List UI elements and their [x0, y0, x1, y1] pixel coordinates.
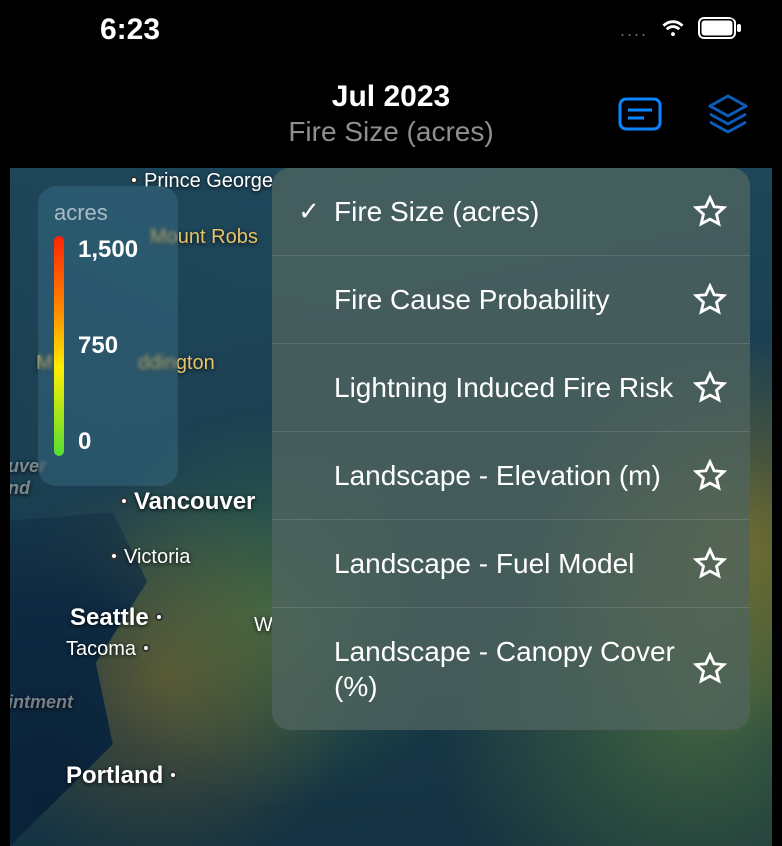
legend-mid: 750 — [78, 332, 138, 360]
status-right: .... — [620, 13, 742, 48]
map-label-portland: Portland — [66, 762, 177, 790]
legend-toggle-button[interactable] — [616, 90, 664, 138]
legend-gradient — [54, 236, 64, 456]
header-title-group[interactable]: Jul 2023 Fire Size (acres) — [288, 80, 493, 148]
map-label-seattle: Seattle — [70, 604, 163, 632]
favorite-star-button[interactable] — [690, 371, 730, 405]
legend-max: 1,500 — [78, 236, 138, 264]
header: Jul 2023 Fire Size (acres) — [0, 60, 782, 168]
map-label-vancouver: Vancouver — [120, 488, 255, 516]
map-label-nd: nd — [10, 478, 30, 499]
menu-item-elevation[interactable]: Landscape - Elevation (m) — [272, 432, 750, 520]
menu-item-lightning-risk[interactable]: Lightning Induced Fire Risk — [272, 344, 750, 432]
legend-min: 0 — [78, 428, 138, 456]
menu-item-label: Lightning Induced Fire Risk — [326, 370, 690, 405]
menu-item-label: Landscape - Canopy Cover (%) — [326, 634, 690, 704]
status-time: 6:23 — [100, 13, 160, 47]
header-subtitle: Fire Size (acres) — [288, 116, 493, 148]
map-label-tacoma: Tacoma — [66, 638, 150, 661]
legend-ticks: 1,500 750 0 — [78, 236, 138, 456]
menu-item-canopy-cover[interactable]: Landscape - Canopy Cover (%) — [272, 608, 750, 730]
menu-item-fire-cause[interactable]: Fire Cause Probability — [272, 256, 750, 344]
map[interactable]: Prince George Mount Robs M ddington uver… — [10, 168, 772, 846]
menu-item-label: Landscape - Fuel Model — [326, 546, 690, 581]
cellular-dots-icon: .... — [620, 20, 648, 41]
favorite-star-button[interactable] — [690, 195, 730, 229]
map-label-victoria: Victoria — [110, 546, 190, 569]
menu-item-label: Landscape - Elevation (m) — [326, 458, 690, 493]
map-label-w: W — [254, 614, 273, 637]
menu-item-label: Fire Size (acres) — [326, 194, 690, 229]
menu-item-fire-size[interactable]: ✓ Fire Size (acres) — [272, 168, 750, 256]
menu-item-label: Fire Cause Probability — [326, 282, 690, 317]
legend-title: acres — [54, 200, 162, 226]
status-bar: 6:23 .... — [0, 0, 782, 60]
check-icon: ✓ — [292, 196, 326, 227]
header-title: Jul 2023 — [288, 80, 493, 114]
layers-button[interactable] — [704, 90, 752, 138]
legend: acres 1,500 750 0 — [38, 186, 178, 486]
battery-icon — [698, 17, 742, 44]
favorite-star-button[interactable] — [690, 283, 730, 317]
map-label-intment: intment — [10, 692, 73, 713]
favorite-star-button[interactable] — [690, 459, 730, 493]
layer-menu: ✓ Fire Size (acres) Fire Cause Probabili… — [272, 168, 750, 730]
favorite-star-button[interactable] — [690, 547, 730, 581]
menu-item-fuel-model[interactable]: Landscape - Fuel Model — [272, 520, 750, 608]
wifi-icon — [658, 13, 688, 48]
favorite-star-button[interactable] — [690, 652, 730, 686]
